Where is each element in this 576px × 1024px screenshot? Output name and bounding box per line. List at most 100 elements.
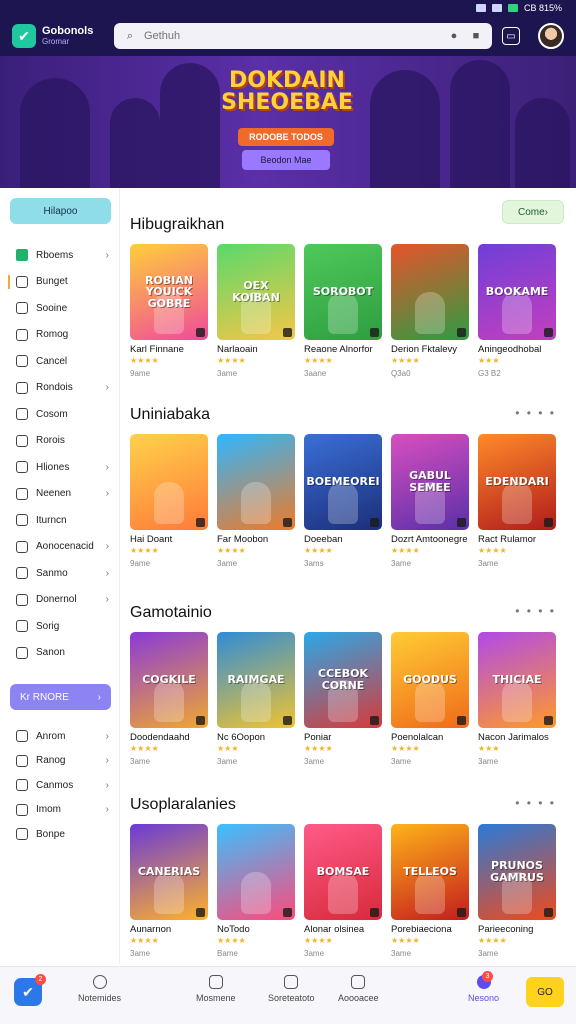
game-thumbnail[interactable]: BOMSAE [304,824,382,920]
sidebar-section-item[interactable]: Canmos › [0,773,119,798]
mic-icon[interactable]: ● [446,28,462,44]
sidebar-item[interactable]: Rboems › [0,242,119,269]
logout-icon [16,828,28,841]
search-input[interactable] [144,30,440,42]
game-card[interactable]: BOMSAE Alonar olsinea ★★★★ 3ame [304,824,382,958]
camera-icon[interactable]: ■ [468,28,484,44]
sidebar-section-item[interactable]: Anrom › [0,724,119,749]
sidebar-item[interactable]: Sanmo › [0,560,119,587]
game-card[interactable]: GABUL SEMEE Dozrt Amtoonegre ★★★★ 3ame [391,434,469,568]
game-thumbnail[interactable]: ROBIAN YOUICK GOBRE [130,244,208,340]
sidebar-item[interactable]: Sooine [0,295,119,322]
main-content: Hibugraikhan Come › ROBIAN YOUICK GOBRE Kar… [130,188,570,964]
sidebar-item[interactable]: Rorois [0,428,119,455]
game-thumbnail[interactable] [130,434,208,530]
nav-item-5[interactable]: Nesono 3 [468,971,500,1003]
sidebar-item[interactable]: Sanon [0,640,119,667]
game-thumbnail[interactable] [217,434,295,530]
game-thumbnail[interactable]: CANERIAS [130,824,208,920]
game-card[interactable]: GOODUS Poenolalcan ★★★★ 3ame [391,632,469,766]
sidebar-item[interactable]: Cancel [0,348,119,375]
nav-item-4[interactable]: Aoooacee [338,975,379,1003]
action-button[interactable]: GO [526,977,564,1007]
star-rating: ★★★★ [391,744,420,753]
game-card[interactable]: Hai Doant ★★★★ 9ame [130,434,208,568]
age-rating-icon [544,716,553,725]
game-thumbnail[interactable]: COGKILE [130,632,208,728]
app-logo[interactable]: ✔ Gobonols Gromar [12,24,112,48]
nav-item-1[interactable]: Notemides [78,975,121,1003]
cast-icon[interactable]: ▭ [502,27,520,45]
star-rating: ★★★★ [130,356,159,365]
game-card[interactable]: PRUNOS GAMRUS Parieeconing ★★★★ 3ame [478,824,556,958]
game-card[interactable]: EDENDARI Ract Rulamor ★★★★ 3ame [478,434,556,568]
sidebar-item[interactable]: Sorig [0,613,119,640]
chat-icon [16,408,28,421]
game-card[interactable]: CCEBOK CORNE Poniar ★★★★ 3ame [304,632,382,766]
game-thumbnail[interactable]: BOEMEOREI [304,434,382,530]
game-thumbnail[interactable]: EDENDARI [478,434,556,530]
signal-icon [491,4,502,12]
game-thumbnail[interactable]: GOODUS [391,632,469,728]
game-thumbnail[interactable]: RAIMGAE [217,632,295,728]
sidebar-item[interactable]: Aonocenacid › [0,534,119,561]
sidebar-section-button[interactable]: Kr RNORE › [10,684,111,710]
nav-item-2[interactable]: Mosmene [196,975,236,1003]
game-card[interactable]: SOROBOT Reaone Alnorfor ★★★★ 3aane [304,244,382,378]
hero-silhouette [515,98,570,188]
nav-item-3[interactable]: Soreteatoto [268,975,315,1003]
app-header: ✔ Gobonols Gromar ⌕ ● ■ ▭ [0,16,576,56]
sidebar-section-item[interactable]: Imom › [0,798,119,823]
sidebar-item[interactable]: Bunget [0,269,119,296]
game-meta: Bame [217,949,238,958]
sidebar-item[interactable]: Cosom [0,401,119,428]
game-thumbnail[interactable]: GABUL SEMEE [391,434,469,530]
more-options-icon[interactable]: • • • • [515,604,556,618]
game-thumbnail[interactable]: CCEBOK CORNE [304,632,382,728]
game-thumbnail[interactable]: SOROBOT [304,244,382,340]
game-card[interactable]: OEX KOIBAN Narlaoain ★★★★ 3ame [217,244,295,378]
game-card[interactable]: RAIMGAE Nc 6Oopon ★★★ 3ame [217,632,295,766]
game-thumbnail[interactable]: PRUNOS GAMRUS [478,824,556,920]
sidebar-item[interactable]: Donernol › [0,587,119,614]
more-options-icon[interactable]: • • • • [515,406,556,420]
game-meta: 3ame [304,757,325,766]
sidebar-top-button[interactable]: Hilapoo [10,198,111,224]
sidebar-item[interactable]: Hliones › [0,454,119,481]
nav-item-label: Nesono [468,993,500,1003]
game-thumbnail[interactable] [391,244,469,340]
game-card[interactable]: TELLEOS Porebiaeciona ★★★★ 3ame [391,824,469,958]
sidebar-section-item[interactable]: Bonpe [0,822,119,847]
sidebar-item[interactable]: Romog [0,322,119,349]
avatar[interactable] [538,23,564,49]
sidebar-item[interactable]: Rondois › [0,375,119,402]
sidebar-item[interactable]: Neenen › [0,481,119,508]
sidebar-section-item[interactable]: Ranog › [0,749,119,774]
hero-banner[interactable]: DOKDAIN SHEOEBAE RODOBE TODOS Beodon Mae [0,56,576,188]
game-card[interactable]: COGKILE Doodendaahd ★★★★ 3ame [130,632,208,766]
game-thumbnail[interactable]: OEX KOIBAN [217,244,295,340]
game-thumbnail[interactable]: TELLEOS [391,824,469,920]
game-thumbnail[interactable]: BOOKAME [478,244,556,340]
game-card[interactable]: BOOKAME Aningeodhobal ★★★ G3 B2 [478,244,556,378]
see-more-button[interactable]: Come › [502,200,564,224]
game-card[interactable]: BOEMEOREI Doeeban ★★★★ 3ams [304,434,382,568]
game-card[interactable]: Far Moobon ★★★★ 3ame [217,434,295,568]
game-card[interactable]: ROBIAN YOUICK GOBRE Karl Finnane ★★★★ 9ame [130,244,208,378]
circle-icon [92,975,107,989]
star-rating: ★★★★ [130,936,159,945]
game-thumbnail[interactable] [217,824,295,920]
game-card[interactable]: THICIAE Nacon Jarimalos ★★★ 3ame [478,632,556,766]
more-options-icon[interactable]: • • • • [515,796,556,810]
sidebar-item-label: Canmos [36,779,74,791]
nav-item-label: Notemides [78,993,122,1003]
game-thumbnail[interactable]: THICIAE [478,632,556,728]
notification-badge: 2 [35,974,46,985]
sidebar-item[interactable]: Iturncn [0,507,119,534]
game-card[interactable]: CANERIAS Aunarnon ★★★★ 3ame [130,824,208,958]
app-launcher-icon[interactable]: ✔ 2 [14,974,46,1006]
game-card[interactable]: NoTodo ★★★★ Bame [217,824,295,958]
hero-cta-button[interactable]: Beodon Mae [242,150,330,170]
game-card[interactable]: Derion Fktalevy ★★★★ Q3a0 [391,244,469,378]
star-rating: ★★★★ [391,356,420,365]
